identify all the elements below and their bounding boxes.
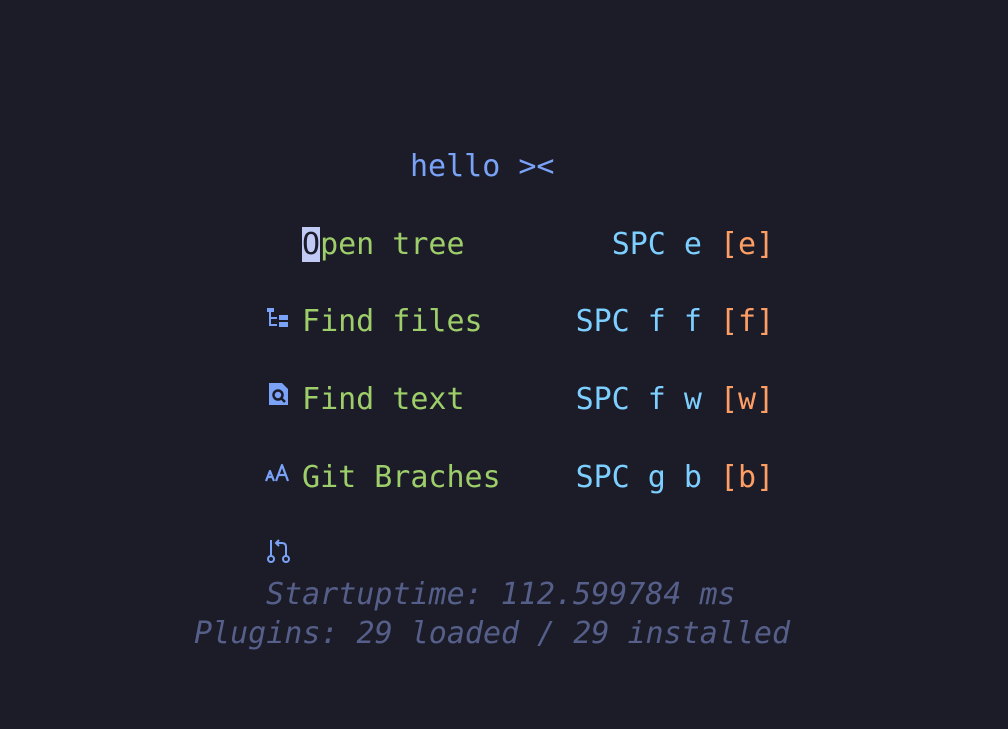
dashboard-item-find-text[interactable]: Find text SPC f w [w] xyxy=(264,382,775,482)
dashboard-item-git-branches[interactable]: Git Braches SPC g b [b] xyxy=(264,460,775,563)
item-shortcut: [f] xyxy=(720,304,775,339)
item-label: ind text xyxy=(320,382,465,417)
item-label-first: F xyxy=(302,304,321,339)
text-size-icon xyxy=(264,385,294,482)
folder-tree-icon xyxy=(264,230,294,327)
text-cursor: O xyxy=(302,227,321,262)
file-search-icon xyxy=(264,307,294,405)
item-shortcut: [b] xyxy=(720,460,775,495)
item-label: it Braches xyxy=(320,460,501,495)
item-label: pen tree xyxy=(320,227,465,262)
item-label-first: G xyxy=(302,460,321,495)
item-label-first: F xyxy=(302,382,321,417)
dashboard-item-find-files[interactable]: Find files SPC f f [f] xyxy=(264,304,775,405)
item-keys: SPC g b xyxy=(575,460,702,495)
item-shortcut: [w] xyxy=(720,382,775,417)
item-keys: SPC f f xyxy=(575,304,702,339)
item-keys: SPC f w xyxy=(575,382,702,417)
item-label: ind files xyxy=(320,304,483,339)
startuptime-text: Startuptime: 112.599784 ms xyxy=(266,577,736,612)
plugins-text: Plugins: 29 loaded / 29 installed xyxy=(194,616,791,651)
item-keys: SPC e xyxy=(611,227,702,262)
dashboard-item-open-tree[interactable]: Open tree SPC e [e] xyxy=(264,227,775,327)
git-branch-icon xyxy=(264,463,294,563)
item-shortcut: [e] xyxy=(720,227,775,262)
dashboard-header: hello >< xyxy=(410,149,555,184)
